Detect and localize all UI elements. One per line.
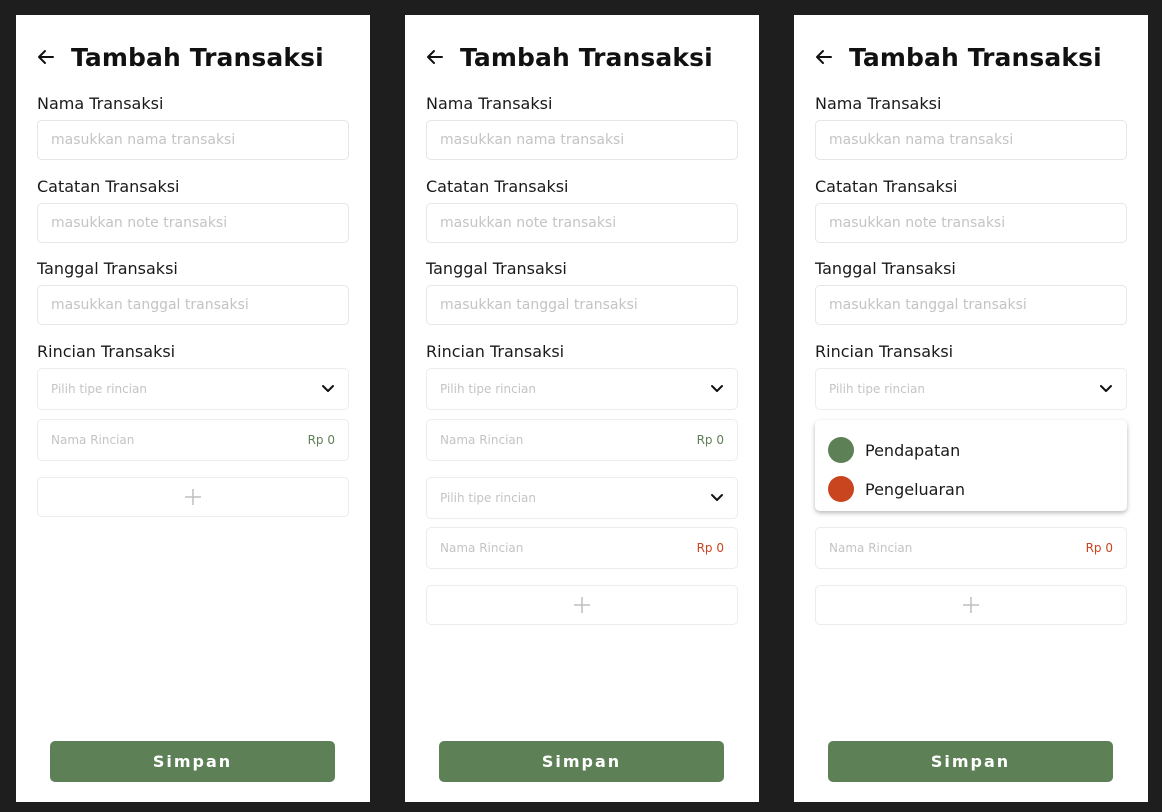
header: Tambah Transaksi [36, 41, 324, 73]
plus-icon [963, 597, 979, 613]
page-title: Tambah Transaksi [460, 42, 713, 72]
detail-amount: Rp 0 [307, 433, 335, 447]
date-field[interactable] [815, 285, 1127, 325]
dropdown-option-label: Pendapatan [865, 440, 961, 460]
add-detail-button[interactable] [426, 585, 738, 625]
detail-amount: Rp 0 [696, 541, 724, 555]
detail-type-select[interactable]: Pilih tipe rincian [426, 368, 738, 410]
note-field[interactable] [815, 203, 1127, 243]
dropdown-option-pengeluaran[interactable]: Pengeluaran [828, 476, 965, 502]
name-input[interactable] [38, 121, 348, 159]
name-label: Nama Transaksi [815, 94, 942, 113]
date-label: Tanggal Transaksi [426, 259, 567, 278]
note-input[interactable] [38, 204, 348, 242]
name-input[interactable] [816, 121, 1126, 159]
header: Tambah Transaksi [814, 41, 1102, 73]
name-field[interactable] [37, 120, 349, 160]
detail-amount: Rp 0 [1085, 541, 1113, 555]
note-label: Catatan Transaksi [426, 177, 569, 196]
date-input[interactable] [38, 286, 348, 324]
name-field[interactable] [815, 120, 1127, 160]
screen-1: Tambah Transaksi Nama Transaksi Catatan … [16, 15, 370, 802]
chevron-down-icon [711, 494, 723, 501]
page-title: Tambah Transaksi [849, 42, 1102, 72]
note-field[interactable] [37, 203, 349, 243]
detail-type-placeholder: Pilih tipe rincian [51, 382, 148, 396]
detail-row[interactable]: Nama Rincian Rp 0 [37, 419, 349, 461]
detail-type-placeholder: Pilih tipe rincian [440, 382, 537, 396]
note-label: Catatan Transaksi [815, 177, 958, 196]
date-label: Tanggal Transaksi [37, 259, 178, 278]
note-label: Catatan Transaksi [37, 177, 180, 196]
name-label: Nama Transaksi [37, 94, 164, 113]
plus-icon [185, 489, 201, 505]
expense-dot-icon [828, 476, 854, 502]
arrow-left-icon[interactable] [814, 47, 834, 67]
chevron-down-icon [1100, 385, 1112, 392]
detail-type-dropdown: Pendapatan Pengeluaran [815, 420, 1127, 511]
chevron-down-icon [322, 385, 334, 392]
date-input[interactable] [816, 286, 1126, 324]
add-detail-button[interactable] [37, 477, 349, 517]
detail-row[interactable]: Nama Rincian Rp 0 [815, 527, 1127, 569]
detail-name-placeholder: Nama Rincian [440, 541, 524, 555]
arrow-left-icon[interactable] [36, 47, 56, 67]
detail-type-placeholder: Pilih tipe rincian [440, 491, 537, 505]
detail-type-select[interactable]: Pilih tipe rincian [37, 368, 349, 410]
detail-name-placeholder: Nama Rincian [829, 541, 913, 555]
chevron-down-icon [711, 385, 723, 392]
note-input[interactable] [816, 204, 1126, 242]
detail-name-placeholder: Nama Rincian [51, 433, 135, 447]
details-label: Rincian Transaksi [815, 342, 954, 361]
save-button[interactable]: Simpan [828, 741, 1113, 782]
date-field[interactable] [426, 285, 738, 325]
add-detail-button[interactable] [815, 585, 1127, 625]
detail-name-placeholder: Nama Rincian [440, 433, 524, 447]
save-button[interactable]: Simpan [50, 741, 335, 782]
screen-2: Tambah Transaksi Nama Transaksi Catatan … [405, 15, 759, 802]
dropdown-option-pendapatan[interactable]: Pendapatan [828, 437, 960, 463]
page-title: Tambah Transaksi [71, 42, 324, 72]
date-label: Tanggal Transaksi [815, 259, 956, 278]
date-input[interactable] [427, 286, 737, 324]
detail-type-select[interactable]: Pilih tipe rincian [815, 368, 1127, 410]
detail-amount: Rp 0 [696, 433, 724, 447]
dropdown-option-label: Pengeluaran [865, 479, 965, 499]
date-field[interactable] [37, 285, 349, 325]
note-field[interactable] [426, 203, 738, 243]
name-label: Nama Transaksi [426, 94, 553, 113]
note-input[interactable] [427, 204, 737, 242]
detail-row[interactable]: Nama Rincian Rp 0 [426, 419, 738, 461]
details-label: Rincian Transaksi [37, 342, 176, 361]
save-button[interactable]: Simpan [439, 741, 724, 782]
arrow-left-icon[interactable] [425, 47, 445, 67]
screen-3: Tambah Transaksi Nama Transaksi Catatan … [794, 15, 1148, 802]
detail-row[interactable]: Nama Rincian Rp 0 [426, 527, 738, 569]
header: Tambah Transaksi [425, 41, 713, 73]
name-field[interactable] [426, 120, 738, 160]
detail-type-placeholder: Pilih tipe rincian [829, 382, 926, 396]
details-label: Rincian Transaksi [426, 342, 565, 361]
income-dot-icon [828, 437, 854, 463]
plus-icon [574, 597, 590, 613]
name-input[interactable] [427, 121, 737, 159]
detail-type-select[interactable]: Pilih tipe rincian [426, 477, 738, 519]
